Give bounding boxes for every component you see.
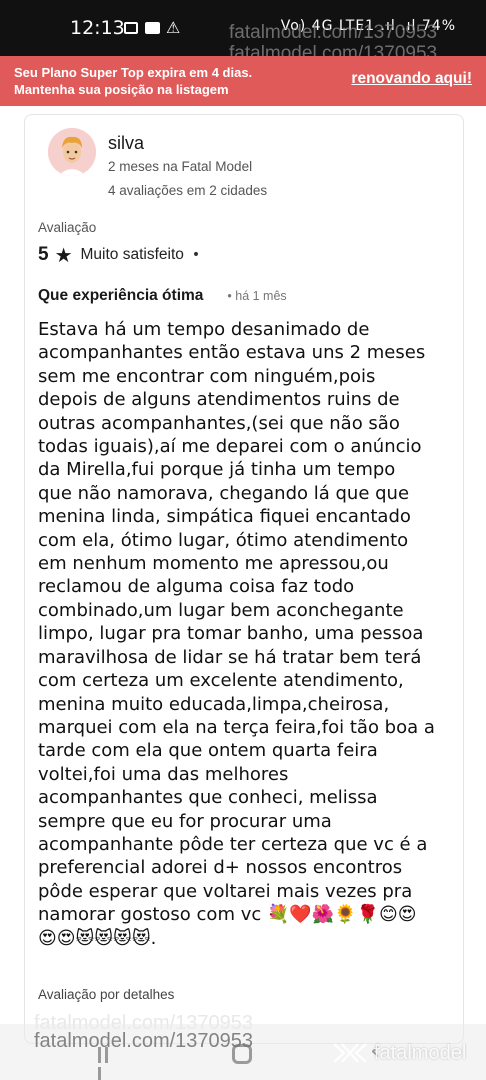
review-body-line: todas iguais),aí me deparei com o anúnci… [38,436,422,458]
rating-label: Avaliação [38,220,97,235]
review-body-line: sempre que eu for procurar uma [38,810,332,832]
review-body-line: com certeza um excelente atendimento, [38,670,404,692]
review-body-line: 😍😍😻😻😻😻. [38,927,157,949]
reviewer-name[interactable]: silva [108,133,144,154]
review-body-line: em nenhum momento me apressou,ou [38,553,389,575]
reviewer-stats: 4 avaliações em 2 cidades [108,183,268,198]
review-body-line: tarde com ela que ontem quarta feira [38,740,378,762]
banner-line-1: Seu Plano Super Top expira em 4 dias. [14,65,253,80]
brand-logo: fatalmodel [330,1040,466,1066]
review-body: Estava há um tempo desanimado de acompanh… [38,318,448,950]
review-body-line: acompanhantes que conheci, melissa [38,787,378,809]
watermark-top-line: fatalmodel.com/1370953 [229,22,438,43]
review-body-line: acompanhante pôde ter certeza que vc é a [38,833,428,855]
review-body-line: Estava há um tempo desanimado de [38,319,370,340]
rating-text: Muito satisfeito [80,246,184,263]
warning-icon: ⚠ [166,18,181,37]
status-time: 12:13 [70,17,125,39]
review-body-line: menina linda, simpática fiquei encantado [38,506,411,528]
fatalmodel-logo-icon [333,1043,367,1063]
review-body-line: maravilhosa de lidar se há tratar bem te… [38,646,422,668]
gallery-icon [124,22,138,34]
rating-value: 5 [38,244,49,265]
review-title: Que experiência ótima [38,287,204,304]
review-body-line: preferencial adorei d+ nossos encontros [38,857,403,879]
rating-row: 5 ★ Muito satisfeito • [38,242,200,268]
review-body-line: marquei com ela na terça feira,foi tão b… [38,716,435,738]
banner-message: Seu Plano Super Top expira em 4 dias. Ma… [14,64,252,98]
renew-link[interactable]: renovando aqui! [351,70,472,88]
avatar [48,128,96,176]
member-since: 2 meses na Fatal Model [108,159,253,174]
review-body-line: pôde esperar que voltarei mais vezes pra [38,880,413,902]
rating-separator: • [191,247,201,263]
review-title-row: Que experiência ótima • há 1 mês [38,287,287,305]
star-icon: ★ [54,243,73,267]
review-body-line: depois de alguns atendimentos ruins de [38,389,400,411]
review-time: • há 1 mês [227,289,287,303]
review-body-line: acompanhantes então estava uns 2 meses [38,342,426,364]
review-body-line: sem me encontrar com ninguém,pois [38,365,376,387]
review-body-line: namorar gostoso com vc 💐❤️🌺🌻🌹😊😍 [38,904,417,926]
review-body-line: com ela, ótimo lugar, ótimo atendimento [38,529,409,551]
plan-expiry-banner: Seu Plano Super Top expira em 4 dias. Ma… [0,56,486,106]
details-rating-label[interactable]: Avaliação por detalhes [38,987,174,1002]
review-body-line: menina muito educada,limpa,cheirosa, [38,693,390,715]
review-body-line: reclamou de alguma coisa faz todo [38,576,355,598]
review-body-line: combinado,um lugar bem aconchegante [38,599,404,621]
user-avatar-icon [48,128,96,176]
brand-name: fatalmodel [374,1041,467,1064]
review-body-line: limpo, lugar pra tomar banho, uma pessoa [38,623,424,645]
banner-line-2: Mantenha sua posição na listagem [14,82,229,97]
review-body-line: da Mirella,fui porque já tinha um tempo [38,459,396,481]
watermark-bottom: fatalmodel.com/1370953 [34,1030,254,1052]
review-body-line: outras acompanhantes,(sei que não são [38,412,400,434]
review-body-line: voltei,foi uma das melhores [38,763,289,785]
ad-icon [145,22,160,34]
review-body-line: que não namorava, chegando lá que que [38,482,410,504]
